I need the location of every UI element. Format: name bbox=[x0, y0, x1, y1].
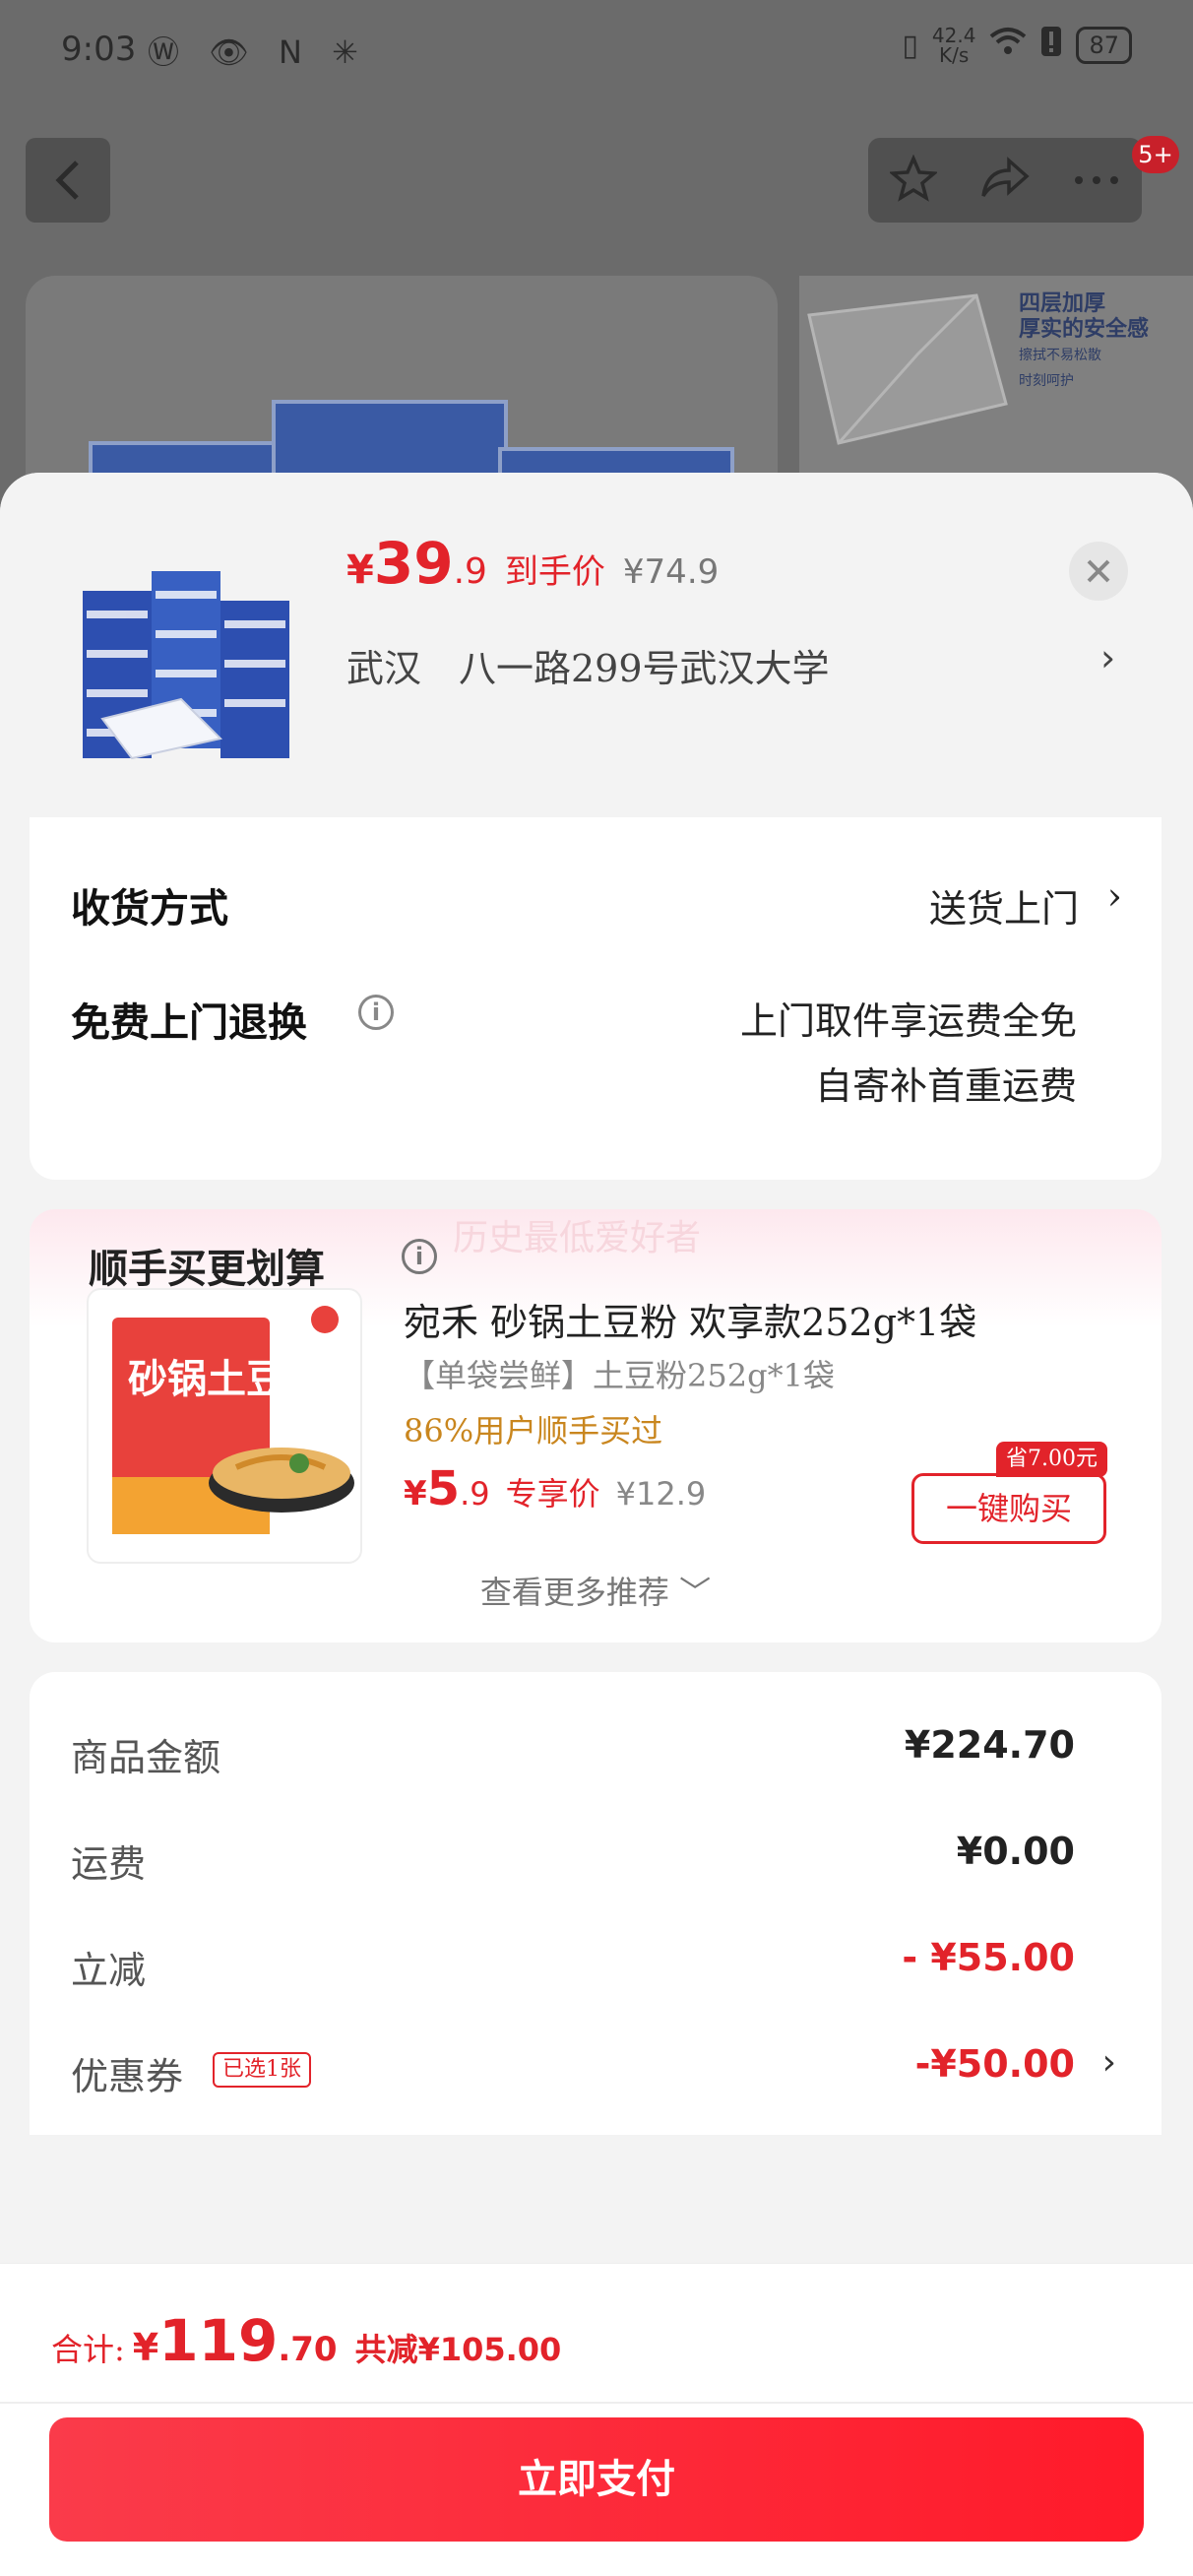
price-row: ¥39.9 到手价 ¥74.9 bbox=[346, 530, 719, 597]
price-decimal: .9 bbox=[453, 551, 487, 592]
summary-value: ¥224.70 bbox=[904, 1723, 1075, 1767]
close-button[interactable] bbox=[1069, 542, 1128, 601]
total-integer: 119 bbox=[158, 2307, 279, 2374]
price-integer: 5 bbox=[426, 1461, 461, 1516]
network-speed-unit: K/s bbox=[939, 43, 970, 67]
network-speed: 42.4 K/s bbox=[932, 26, 976, 65]
chevron-right-icon[interactable]: › bbox=[1107, 874, 1122, 918]
sheet-header: ¥39.9 到手价 ¥74.9 武汉 八一路299号武汉大学 › bbox=[0, 473, 1193, 817]
currency-symbol: ¥ bbox=[132, 2326, 159, 2369]
price-tag: 专享价 bbox=[505, 1475, 600, 1513]
delivery-method-value[interactable]: 送货上门 bbox=[929, 878, 1079, 933]
coupon-label: 优惠券 bbox=[71, 2055, 184, 2098]
checkout-sheet: ¥39.9 到手价 ¥74.9 武汉 八一路299号武汉大学 › 收货方式 送货… bbox=[0, 473, 1193, 2576]
status-time: 9:03 bbox=[61, 30, 137, 69]
chevron-left-icon bbox=[55, 161, 79, 200]
recommendation-title: 顺手买更划算 bbox=[89, 1247, 325, 1292]
coupon-count-tag: 已选1张 bbox=[213, 2052, 311, 2088]
currency-symbol: ¥ bbox=[346, 547, 374, 593]
status-bar: 9:03 Ⓦ 👁 N ✳ ▯ 42.4 K/s 87 bbox=[0, 0, 1193, 98]
save-badge: 省7.00元 bbox=[996, 1442, 1107, 1477]
banner-line: 擦拭不易松散 bbox=[1019, 348, 1101, 363]
free-return-line1: 上门取件享运费全免 bbox=[739, 999, 1077, 1043]
back-button[interactable] bbox=[26, 138, 110, 223]
delivery-card: 收货方式 送货上门 › 免费上门退换 i 上门取件享运费全免 自寄补首重运费 bbox=[30, 817, 1162, 1180]
summary-value: ¥0.00 bbox=[956, 1830, 1075, 1873]
alert-icon bbox=[1040, 26, 1062, 65]
banner-text: 四层加厚 厚实的安全感 擦拭不易松散 时刻呵护 bbox=[1019, 291, 1149, 394]
summary-label: 运费 bbox=[71, 1842, 147, 1886]
price-tag: 到手价 bbox=[504, 552, 605, 592]
delivery-method-label: 收货方式 bbox=[71, 885, 228, 932]
notification-badge: 5+ bbox=[1132, 136, 1179, 173]
status-left-icons: Ⓦ 👁 N ✳ bbox=[148, 33, 368, 71]
vibrate-icon: ▯ bbox=[902, 28, 918, 63]
price-integer: 39 bbox=[373, 530, 454, 597]
total-amount: ¥119.70 bbox=[133, 2307, 338, 2374]
recommended-product-image[interactable]: 砂锅土豆粉 bbox=[87, 1288, 362, 1564]
buyers-stat: 86%用户顺手买过 bbox=[404, 1412, 663, 1449]
banner-line: 时刻呵护 bbox=[1019, 373, 1074, 389]
close-icon bbox=[1087, 559, 1110, 583]
battery-icon: 87 bbox=[1076, 27, 1132, 64]
summary-label: 商品金额 bbox=[71, 1736, 221, 1779]
chevron-right-icon[interactable]: › bbox=[1100, 636, 1115, 679]
tissue-packs-image bbox=[83, 571, 289, 760]
share-icon bbox=[981, 157, 1030, 197]
free-return-line2: 自寄补首重运费 bbox=[814, 1064, 1077, 1108]
info-icon[interactable]: i bbox=[402, 1239, 437, 1274]
ghost-text: 历史最低爱好者 bbox=[453, 1218, 702, 1258]
more-dots-icon bbox=[1075, 175, 1119, 184]
total-row: 合计: ¥119.70 共减¥105.00 bbox=[51, 2307, 561, 2374]
tissue-pack-image bbox=[272, 400, 508, 479]
free-return-label: 免费上门退换 bbox=[71, 999, 307, 1046]
info-icon[interactable]: i bbox=[358, 995, 394, 1030]
more-button[interactable] bbox=[1073, 171, 1120, 190]
more-recommendations-link[interactable]: 查看更多推荐 ﹀ bbox=[30, 1568, 1162, 1613]
tissue-sheet-image bbox=[807, 293, 1008, 445]
recommendation-card: 历史最低爱好者 顺手买更划算 i 砂锅土豆粉 宛禾 砂锅土豆粉 欢享款252g*… bbox=[30, 1209, 1162, 1642]
share-button[interactable] bbox=[979, 157, 1031, 204]
total-label: 合计: bbox=[51, 2331, 125, 2368]
recommended-price-row: ¥5.9 专享价 ¥12.9 bbox=[404, 1461, 706, 1516]
star-icon bbox=[888, 154, 939, 202]
coupon-value[interactable]: -¥50.00 bbox=[915, 2042, 1075, 2086]
recommended-price: ¥5.9 bbox=[404, 1461, 490, 1516]
divider bbox=[0, 2402, 1193, 2404]
price-summary-card: 商品金额 ¥224.70 运费 ¥0.00 立减 - ¥55.00 优惠券 已选… bbox=[30, 1672, 1162, 2135]
pay-now-button[interactable]: 立即支付 bbox=[49, 2417, 1144, 2542]
nav-actions bbox=[868, 138, 1142, 223]
final-price: ¥39.9 bbox=[346, 530, 487, 597]
original-price: ¥74.9 bbox=[622, 552, 720, 592]
one-click-buy-button[interactable]: 一键购买 bbox=[911, 1473, 1106, 1544]
favorite-button[interactable] bbox=[888, 154, 939, 206]
banner-line: 厚实的安全感 bbox=[1019, 317, 1150, 342]
image-title: 砂锅土豆粉 bbox=[128, 1357, 325, 1402]
total-saved: 共减¥105.00 bbox=[354, 2331, 562, 2368]
status-right-icons: ▯ 42.4 K/s 87 bbox=[902, 26, 1132, 65]
chevron-right-icon[interactable]: › bbox=[1102, 2042, 1116, 2083]
price-decimal: .9 bbox=[460, 1475, 490, 1513]
summary-label: 立减 bbox=[71, 1949, 147, 1992]
checkout-bar: 合计: ¥119.70 共减¥105.00 立即支付 bbox=[0, 2263, 1193, 2576]
currency-symbol: ¥ bbox=[404, 1474, 427, 1513]
original-price: ¥12.9 bbox=[615, 1475, 707, 1513]
recommended-product-name[interactable]: 宛禾 砂锅土豆粉 欢享款252g*1袋 bbox=[404, 1292, 976, 1346]
total-decimal: .70 bbox=[278, 2330, 338, 2369]
summary-value: - ¥55.00 bbox=[902, 1936, 1075, 1979]
wifi-icon bbox=[989, 27, 1027, 64]
network-speed-value: 42.4 bbox=[931, 24, 976, 47]
product-thumbnail bbox=[73, 571, 299, 768]
banner-line: 四层加厚 bbox=[1019, 291, 1106, 316]
shipping-address[interactable]: 武汉 八一路299号武汉大学 bbox=[346, 638, 830, 692]
recommended-product-spec: 【单袋尝鲜】土豆粉252g*1袋 bbox=[404, 1357, 835, 1394]
